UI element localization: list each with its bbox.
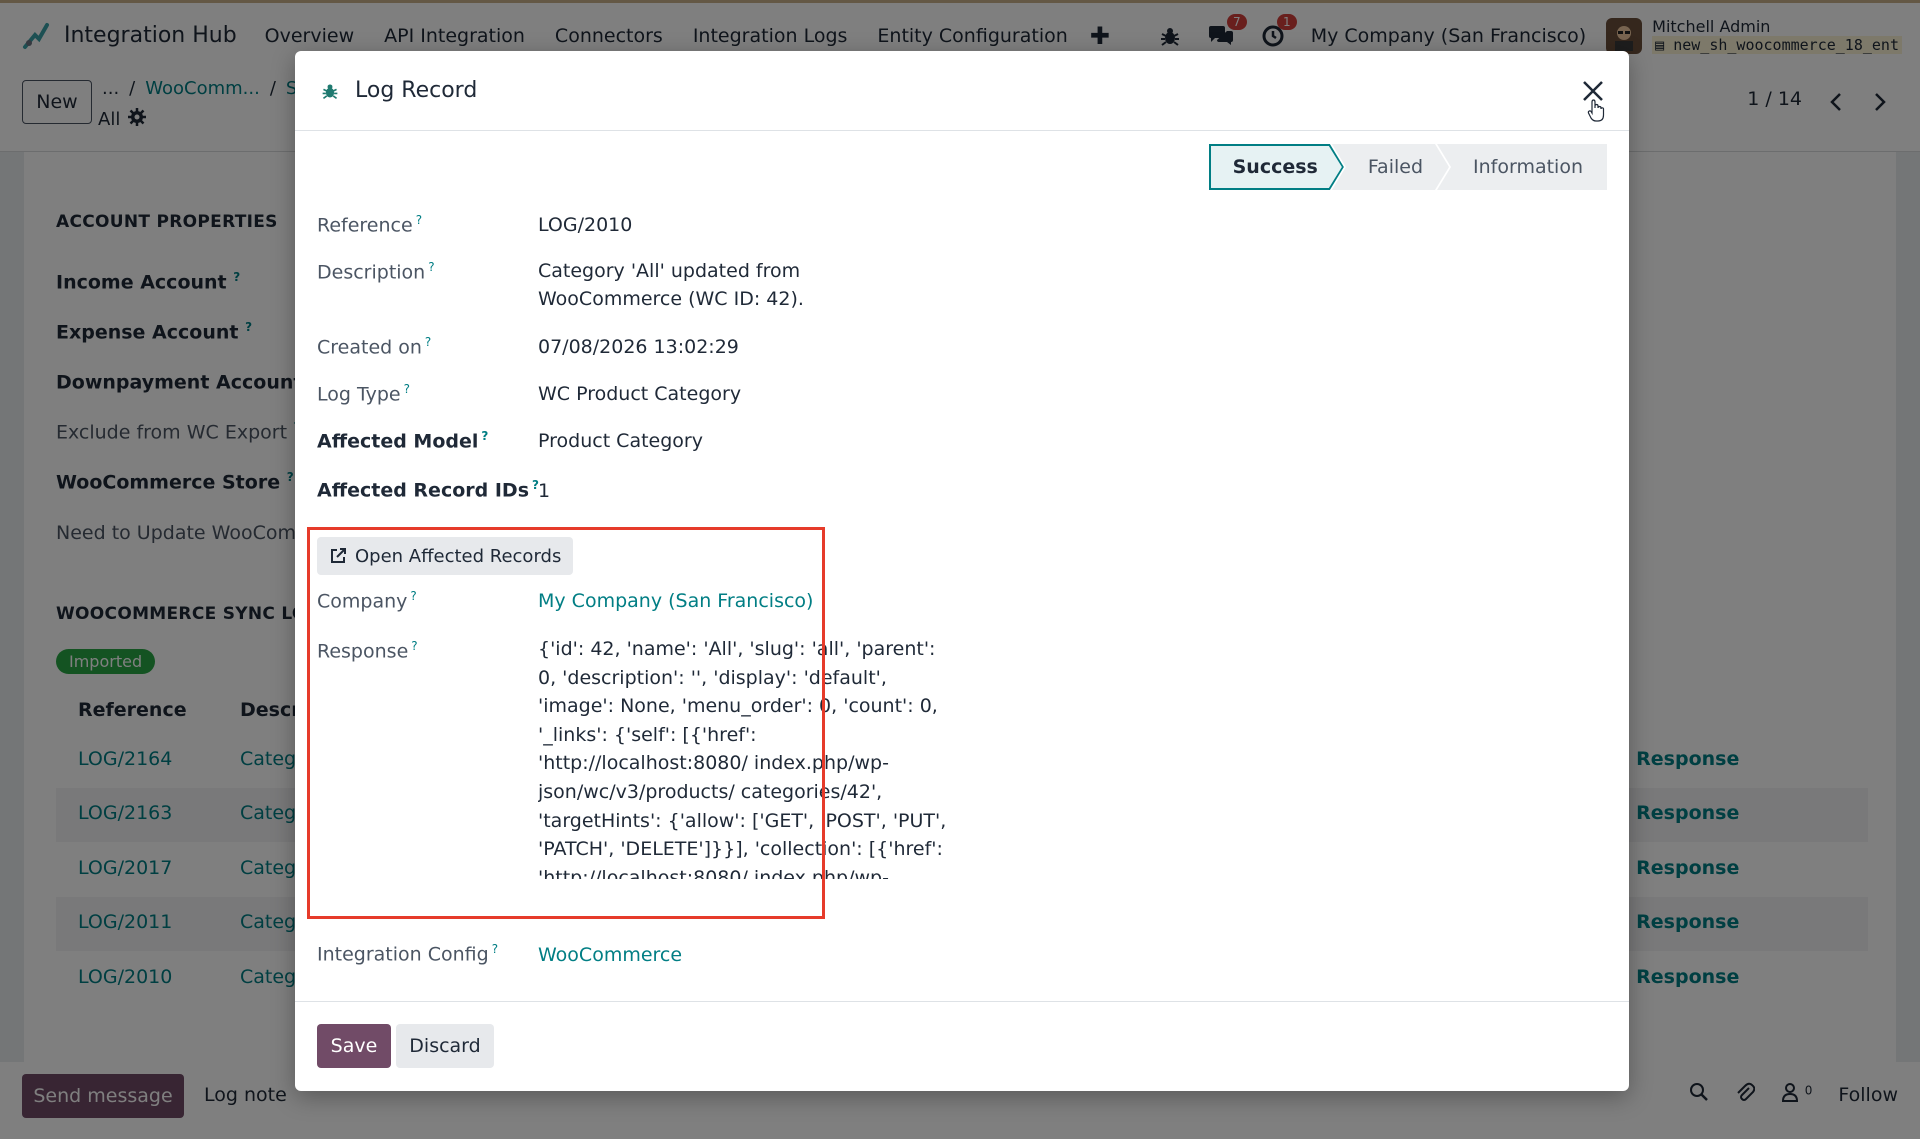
integration-config-label-text: Integration Config [317, 943, 489, 966]
stage-failed[interactable]: Failed [1332, 144, 1449, 190]
affected-record-ids-label: Affected Record IDs? [317, 478, 539, 501]
log-record-dialog: Log Record Success Failed Information Re… [295, 51, 1629, 1091]
description-label-text: Description [317, 261, 426, 284]
affected-record-ids-label-text: Affected Record IDs [317, 479, 529, 502]
dialog-header: Log Record [295, 51, 1629, 131]
stage-information-label: Information [1473, 156, 1583, 178]
created-on-label: Created on? [317, 335, 431, 358]
created-on-value: 07/08/2026 13:02:29 [538, 336, 739, 358]
integration-config-label: Integration Config? [317, 942, 498, 965]
help-tooltip[interactable]: ? [481, 429, 488, 443]
mouse-pointer-icon [1587, 99, 1605, 127]
bug-icon [321, 81, 339, 101]
dialog-title: Log Record [355, 78, 478, 103]
dialog-footer: Save Discard [295, 1001, 1629, 1091]
affected-model-label-text: Affected Model [317, 430, 479, 453]
created-on-label-text: Created on [317, 336, 422, 359]
reference-value: LOG/2010 [538, 214, 633, 236]
highlight-box [307, 527, 825, 919]
stage-information[interactable]: Information [1437, 144, 1607, 190]
help-tooltip[interactable]: ? [404, 382, 410, 396]
log-type-label: Log Type? [317, 382, 410, 405]
stage-success-label: Success [1232, 156, 1318, 178]
help-tooltip[interactable]: ? [428, 260, 434, 274]
affected-model-value: Product Category [538, 430, 703, 452]
discard-button[interactable]: Discard [396, 1024, 494, 1068]
stage-success[interactable]: Success [1209, 144, 1344, 190]
save-button[interactable]: Save [317, 1024, 391, 1068]
log-type-value: WC Product Category [538, 383, 742, 405]
status-bar: Success Failed Information [1209, 144, 1607, 190]
help-tooltip[interactable]: ? [416, 213, 422, 227]
description-value: Category 'All' updated from WooCommerce … [538, 260, 804, 310]
affected-record-ids-value: 1 [538, 480, 551, 502]
log-type-label-text: Log Type [317, 383, 401, 406]
help-tooltip[interactable]: ? [492, 942, 498, 956]
stage-failed-label: Failed [1367, 156, 1424, 178]
reference-label: Reference? [317, 213, 422, 236]
integration-config-link[interactable]: WooCommerce [538, 941, 938, 969]
description-label: Description? [317, 260, 435, 283]
reference-label-text: Reference [317, 214, 413, 237]
affected-model-label: Affected Model? [317, 429, 488, 452]
help-tooltip[interactable]: ? [425, 335, 431, 349]
